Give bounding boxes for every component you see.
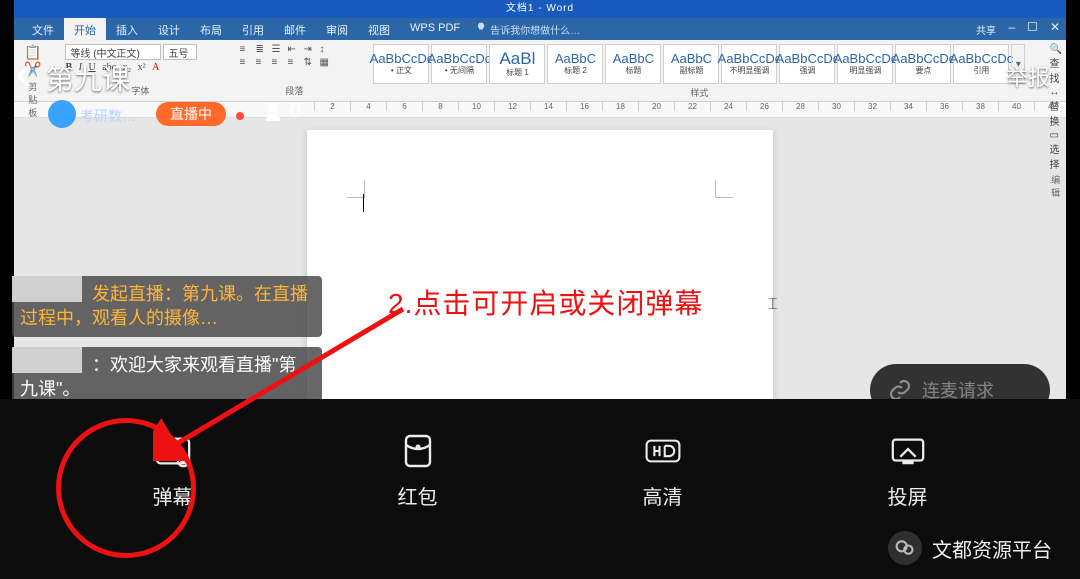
bullets-button[interactable]: ≡ — [239, 44, 253, 55]
tab-home[interactable]: 开始 — [64, 18, 106, 40]
cast-icon — [889, 433, 927, 469]
streamer-name: 考研数… — [80, 106, 136, 126]
word-title-bar: 文档1 - Word — [14, 0, 1066, 18]
indent-button[interactable]: ⇥ — [303, 44, 317, 55]
text-cursor-icon — [363, 194, 364, 212]
share-button[interactable]: 共享 — [976, 22, 996, 37]
quality-button[interactable]: 高清 — [643, 433, 683, 579]
tab-ref[interactable]: 引用 — [232, 18, 274, 40]
lightbulb-icon — [476, 22, 486, 32]
redaction-block — [12, 347, 82, 373]
back-button[interactable] — [12, 62, 40, 90]
tab-view[interactable]: 视图 — [358, 18, 400, 40]
record-dot-icon — [236, 112, 244, 120]
ibeam-icon: ⌶ — [768, 296, 778, 314]
margin-mark-icon — [715, 180, 733, 198]
tab-insert[interactable]: 插入 — [106, 18, 148, 40]
tab-design[interactable]: 设计 — [148, 18, 190, 40]
tab-wpspdf[interactable]: WPS PDF — [400, 18, 470, 40]
edit-action[interactable]: ▭ 选择 — [1049, 130, 1061, 171]
word-ribbon-tabs: 文件 开始 插入 设计 布局 引用 邮件 审阅 视图 WPS PDF 告诉我你想… — [14, 18, 1066, 40]
tab-layout[interactable]: 布局 — [190, 18, 232, 40]
multilist-button[interactable]: ☰ — [271, 44, 285, 55]
min-icon[interactable]: – — [1008, 20, 1015, 34]
report-button[interactable]: 举报 — [1006, 60, 1050, 92]
numbering-button[interactable]: ≣ — [255, 44, 269, 55]
tab-mail[interactable]: 邮件 — [274, 18, 316, 40]
person-icon — [262, 101, 284, 123]
tell-me-field[interactable]: 告诉我你想做什么… — [476, 18, 580, 40]
max-icon[interactable]: ☐ — [1027, 20, 1038, 34]
annotation-arrow — [153, 301, 413, 461]
wechat-icon — [888, 531, 922, 565]
redaction-block — [12, 276, 82, 302]
lesson-title: 第九课 — [46, 58, 130, 98]
tab-review[interactable]: 审阅 — [316, 18, 358, 40]
tab-file[interactable]: 文件 — [22, 18, 64, 40]
watermark: 文都资源平台 — [888, 531, 1052, 565]
window-controls: – ☐ ✕ — [1008, 20, 1060, 34]
live-badge: 直播中 — [156, 102, 226, 126]
annotation-text: 2.点击可开启或关闭弹幕 — [388, 282, 703, 322]
sort-button[interactable]: ↕ — [319, 44, 333, 55]
chevron-left-icon — [12, 62, 40, 90]
outdent-button[interactable]: ⇤ — [287, 44, 301, 55]
viewer-count: 0 — [262, 100, 301, 123]
hd-icon — [644, 433, 682, 469]
streamer-avatar[interactable] — [48, 100, 76, 128]
close-icon[interactable]: ✕ — [1050, 20, 1060, 34]
